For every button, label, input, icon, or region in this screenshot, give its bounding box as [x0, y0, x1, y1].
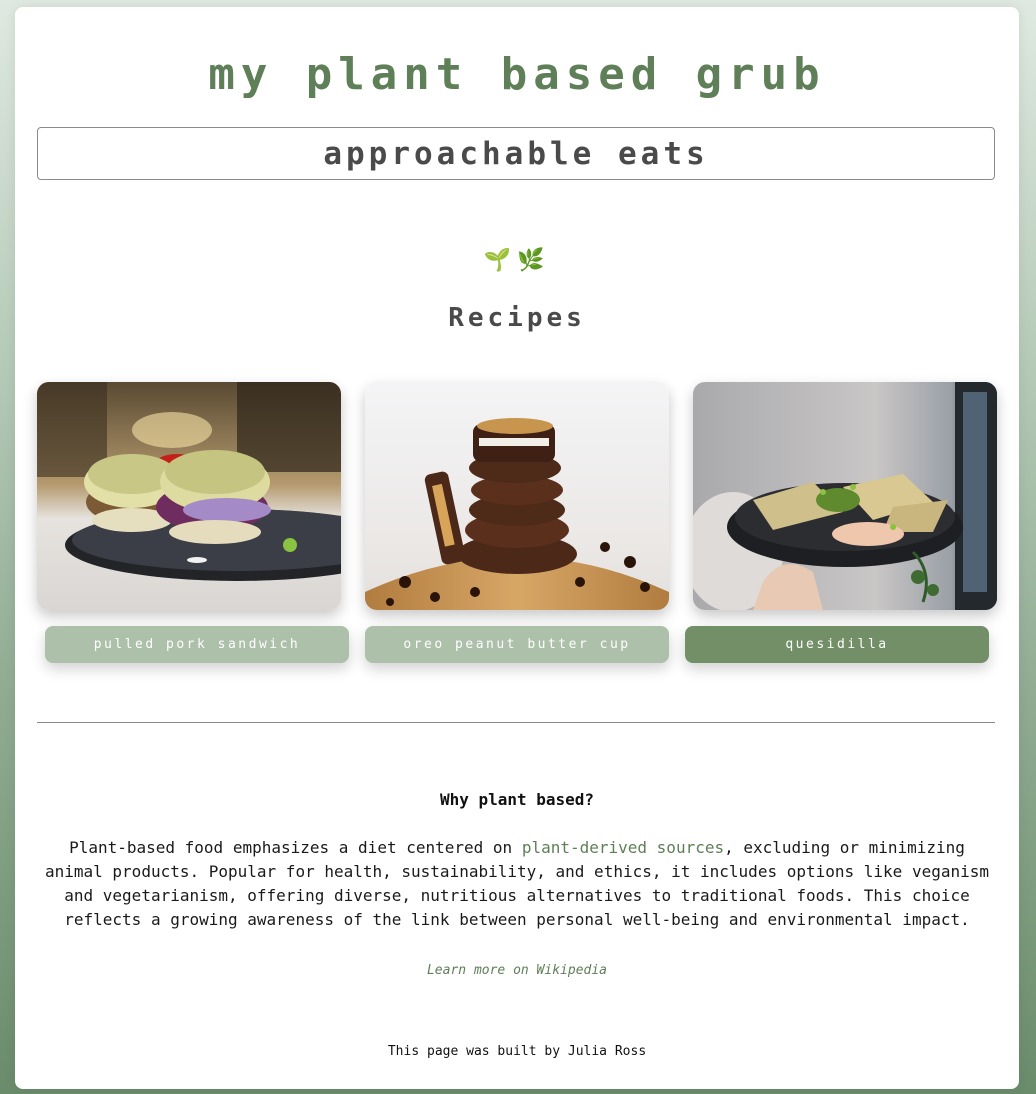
- why-heading: Why plant based?: [439, 790, 595, 809]
- footer-credit: This page was built by Julia Ross: [387, 1044, 647, 1059]
- why-text-before: Plant-based food emphasizes a diet cente…: [69, 838, 522, 857]
- sprout-icon: 🌱: [483, 247, 517, 273]
- recipe-image-pulled-pork-sandwich[interactable]: [37, 382, 341, 610]
- recipes-heading: Recipes: [448, 303, 586, 333]
- why-paragraph: Plant-based food emphasizes a diet cente…: [37, 836, 997, 932]
- recipe-button-quesidilla[interactable]: quesidilla: [685, 626, 989, 663]
- recipe-image-quesidilla[interactable]: [693, 382, 997, 610]
- recipe-button-pulled-pork-sandwich[interactable]: pulled pork sandwich: [45, 626, 349, 663]
- emoji-row: 🌱🌿: [15, 247, 1019, 273]
- tagline: approachable eats: [323, 135, 709, 172]
- plant-derived-sources-link[interactable]: plant-derived sources: [522, 838, 724, 857]
- quesadilla-photo: [693, 382, 997, 610]
- recipe-button-oreo-peanut-butter-cup[interactable]: oreo peanut butter cup: [365, 626, 669, 663]
- page-card: my plant based grub approachable eats 🌱🌿…: [15, 7, 1019, 1089]
- section-divider: [37, 722, 995, 723]
- herb-icon: 🌿: [517, 247, 551, 273]
- recipe-image-oreo-peanut-butter-cup[interactable]: [365, 382, 669, 610]
- sandwich-photo: [37, 382, 341, 610]
- wikipedia-link[interactable]: Learn more on Wikipedia: [15, 963, 1019, 978]
- peanut-butter-cup-photo: [365, 382, 669, 610]
- site-title: my plant based grub: [208, 49, 826, 100]
- tagline-box: approachable eats: [37, 127, 995, 180]
